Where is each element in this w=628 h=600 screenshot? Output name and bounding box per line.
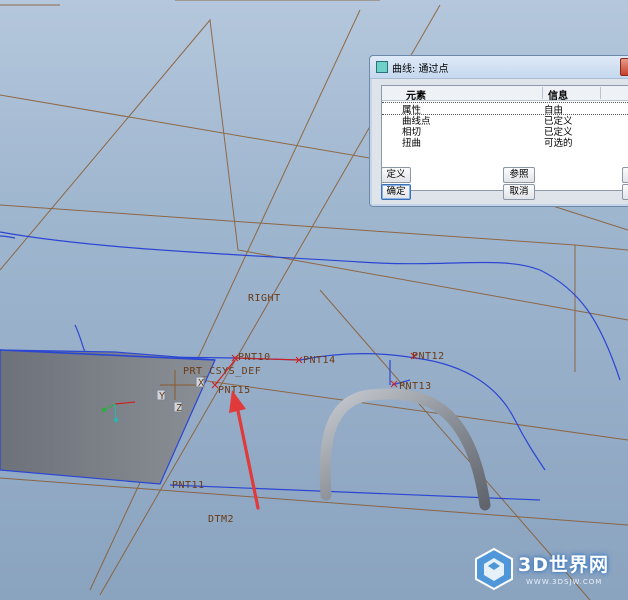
pnt14-label[interactable]: PNT14 (303, 355, 336, 366)
clipped-button[interactable] (622, 167, 628, 183)
csys-z-label: Z (176, 403, 183, 414)
annotation-arrow (229, 390, 260, 510)
column-header-info: 信息 (548, 91, 568, 102)
dtm2-label[interactable]: DTM2 (208, 514, 234, 525)
cube-logo-icon (475, 547, 513, 591)
ok-button[interactable]: 确定 (381, 184, 411, 200)
close-button[interactable] (620, 58, 628, 76)
dialog-title: 曲线: 通过点 (392, 64, 449, 75)
column-header-element: 元素 (406, 91, 426, 102)
reference-button[interactable]: 参照 (503, 167, 535, 183)
column-separator (542, 87, 543, 99)
table-header: 元素 信息 (382, 86, 628, 102)
csys-label[interactable]: PRT_CSYS_DEF (183, 366, 261, 377)
curve-through-points-dialog[interactable]: 曲线: 通过点 元素 信息 属性 自由 曲线点 已定义 相切 已定义 扭曲 可选… (369, 55, 628, 207)
row-element: 扭曲 (402, 138, 422, 149)
dialog-titlebar[interactable]: 曲线: 通过点 (370, 56, 628, 79)
column-separator (600, 87, 601, 99)
pnt12-label[interactable]: PNT12 (412, 351, 445, 362)
watermark-url: WWW.3DSJW.COM (526, 578, 603, 586)
clipped-button[interactable] (622, 184, 628, 200)
pnt11-label[interactable]: PNT11 (172, 480, 205, 491)
csys-y-label: Y (159, 391, 166, 402)
site-watermark: 3D世界网 WWW.3DSJW.COM (470, 546, 628, 594)
cancel-button[interactable]: 取消 (503, 184, 535, 200)
row-info: 可选的 (544, 138, 573, 149)
right-plane-label[interactable]: RIGHT (248, 293, 281, 304)
swept-arch[interactable] (319, 388, 491, 511)
csys-x-label: X (198, 378, 205, 389)
dialog-app-icon (376, 61, 388, 73)
table-row[interactable]: 扭曲 可选的 (382, 136, 628, 149)
pnt13-label[interactable]: PNT13 (399, 381, 432, 392)
pnt10-label[interactable]: PNT10 (238, 352, 271, 363)
define-button[interactable]: 定义 (381, 167, 411, 183)
watermark-text: 3D世界网 (518, 554, 609, 576)
